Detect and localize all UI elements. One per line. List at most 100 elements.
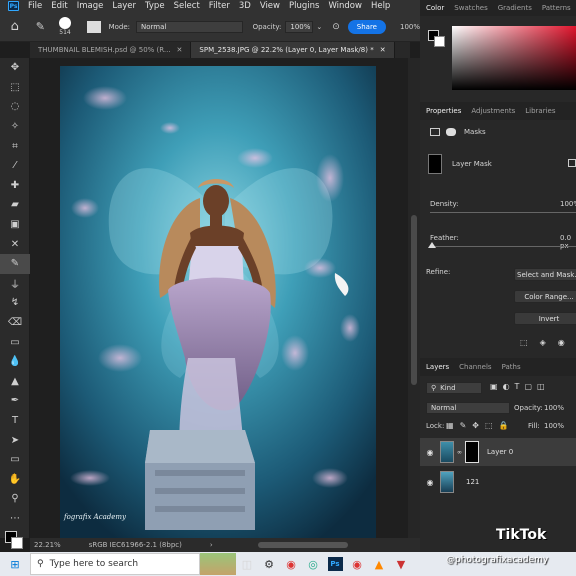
zoom-tool-icon[interactable]: ⚲ [0,489,30,509]
quick-select-tool-icon[interactable]: ✧ [0,117,30,137]
crop-tool-icon[interactable]: ⌗ [0,136,30,156]
menu-window[interactable]: Window [328,1,362,11]
opacity-field[interactable]: 100% [285,20,314,33]
close-icon[interactable]: ✕ [380,46,386,54]
chrome-profile-icon[interactable]: ◉ [346,555,368,573]
menu-3d[interactable]: 3D [239,1,251,11]
status-arrow-icon[interactable]: › [210,541,213,549]
blur-tool-icon[interactable]: 💧 [0,352,30,372]
select-and-mask-button[interactable]: Select and Mask... [514,268,576,281]
vector-mask-icon[interactable] [446,128,456,136]
task-view-icon[interactable]: ◫ [236,555,258,573]
horizontal-scrollbar-thumb[interactable] [258,542,348,548]
tab-properties[interactable]: Properties [426,107,461,115]
invert-button[interactable]: Invert [514,312,576,325]
visibility-eye-icon[interactable]: ◉ [420,448,440,457]
background-color-icon[interactable] [434,36,445,47]
layer-mask-thumbnail[interactable] [428,154,442,174]
layer-mask-thumbnail[interactable] [465,441,479,463]
lock-transparent-icon[interactable]: ▦ [446,421,454,430]
home-icon[interactable]: ⌂ [0,19,30,34]
taskbar-search-box[interactable]: ⚲ Type here to search [30,553,200,575]
tab-thumbnail-blemish[interactable]: THUMBNAIL BLEMISH.psd @ 50% (R... ✕ [30,42,192,58]
pixel-mask-icon[interactable] [430,128,440,136]
color-picker-field[interactable] [452,26,576,90]
lock-artboard-icon[interactable]: ⬚ [485,421,493,430]
eyedropper-tool-icon[interactable]: ⁄ [0,156,30,176]
menu-image[interactable]: Image [77,1,104,11]
filter-shape-icon[interactable]: ▢ [524,382,532,391]
tab-paths[interactable]: Paths [502,363,521,371]
tab-libraries[interactable]: Libraries [525,107,555,115]
color-range-button[interactable]: Color Range... [514,290,576,303]
feather-value[interactable]: 0.0 px [560,234,576,250]
filter-smart-icon[interactable]: ◫ [537,382,545,391]
density-value[interactable]: 100% [560,200,576,208]
brush-preset-picker[interactable]: 514 [51,17,79,36]
filter-pixel-icon[interactable]: ▣ [490,382,498,391]
apply-mask-icon[interactable]: ◈ [540,338,546,347]
lasso-tool-icon[interactable]: ◌ [0,97,30,117]
brush-settings-icon[interactable] [86,20,101,33]
pressure-opacity-icon[interactable]: ⊙ [332,22,340,32]
tab-layers[interactable]: Layers [426,363,449,371]
menu-file[interactable]: File [28,1,42,11]
density-slider[interactable] [430,212,576,213]
layer-opacity-value[interactable]: 100% [544,404,564,412]
settings-icon[interactable]: ⚙ [258,555,280,573]
menu-type[interactable]: Type [145,1,165,11]
apply-mask-icon[interactable] [568,159,576,167]
menu-help[interactable]: Help [371,1,390,11]
more-tools-icon[interactable]: ⋯ [0,509,30,529]
history-brush-tool-icon[interactable]: ✕ [0,234,30,254]
eraser-tool-icon[interactable]: ⌫ [0,313,30,333]
rectangle-tool-icon[interactable]: ▭ [0,450,30,470]
canvas-area[interactable]: fografix Academy [30,58,408,538]
share-button[interactable]: Share [347,19,386,34]
gradient-tool-icon[interactable]: ▭ [0,332,30,352]
clone-stamp-tool-icon[interactable]: ▣ [0,215,30,235]
menu-filter[interactable]: Filter [209,1,230,11]
photoshop-logo-icon[interactable]: Ps [8,1,19,11]
windows-start-icon[interactable]: ⊞ [0,555,30,573]
fill-value[interactable]: 100% [544,422,564,430]
mode-dropdown[interactable]: Normal [136,20,243,33]
flow-value[interactable]: 100% [400,23,420,31]
healing-brush-tool-icon[interactable]: ✚ [0,176,30,196]
tab-patterns[interactable]: Patterns [542,4,571,12]
path-select-tool-icon[interactable]: ➤ [0,430,30,450]
opacity-chevron-icon[interactable]: ⌄ [316,23,322,31]
menu-layer[interactable]: Layer [112,1,136,11]
brush-tool-active-icon[interactable]: ✎ [0,253,30,274]
layer-name[interactable]: Layer 0 [487,448,513,456]
stamp-tool-icon[interactable]: ⏚ [0,274,30,294]
tab-spm-2538[interactable]: SPM_2538.JPG @ 22.2% (Layer 0, Layer Mas… [191,42,395,58]
pen-tool-icon[interactable]: ✒ [0,391,30,411]
tab-swatches[interactable]: Swatches [454,4,487,12]
feather-slider[interactable] [430,246,576,247]
brush-tool-icon[interactable]: ▰ [0,195,30,215]
lock-image-icon[interactable]: ✎ [460,421,467,430]
app-icon[interactable]: ▼ [390,555,412,573]
visibility-icon[interactable]: ◉ [558,338,565,347]
zoom-level[interactable]: 22.21% [34,541,61,549]
lock-all-icon[interactable]: 🔒 [499,421,509,430]
layer-row-layer-0[interactable]: ◉ ∞ Layer 0 [420,438,576,466]
tab-color[interactable]: Color [426,4,444,12]
menu-view[interactable]: View [260,1,280,11]
link-icon[interactable]: ∞ [457,449,462,456]
menu-plugins[interactable]: Plugins [289,1,319,11]
filter-type-icon[interactable]: T [515,382,520,391]
marquee-tool-icon[interactable]: ⬚ [0,78,30,98]
menu-select[interactable]: Select [174,1,200,11]
move-tool-icon[interactable]: ✥ [0,58,30,78]
feather-slider-handle[interactable] [428,242,436,248]
lock-position-icon[interactable]: ✥ [472,421,479,430]
background-color-icon[interactable] [11,537,23,550]
edge-icon[interactable]: ◎ [302,555,324,573]
scrollbar-thumb[interactable] [411,215,417,385]
layer-filter-dropdown[interactable]: ⚲ Kind [426,382,482,394]
dodge-tool-icon[interactable]: ▲ [0,372,30,392]
tab-gradients[interactable]: Gradients [498,4,532,12]
close-icon[interactable]: ✕ [177,46,183,54]
